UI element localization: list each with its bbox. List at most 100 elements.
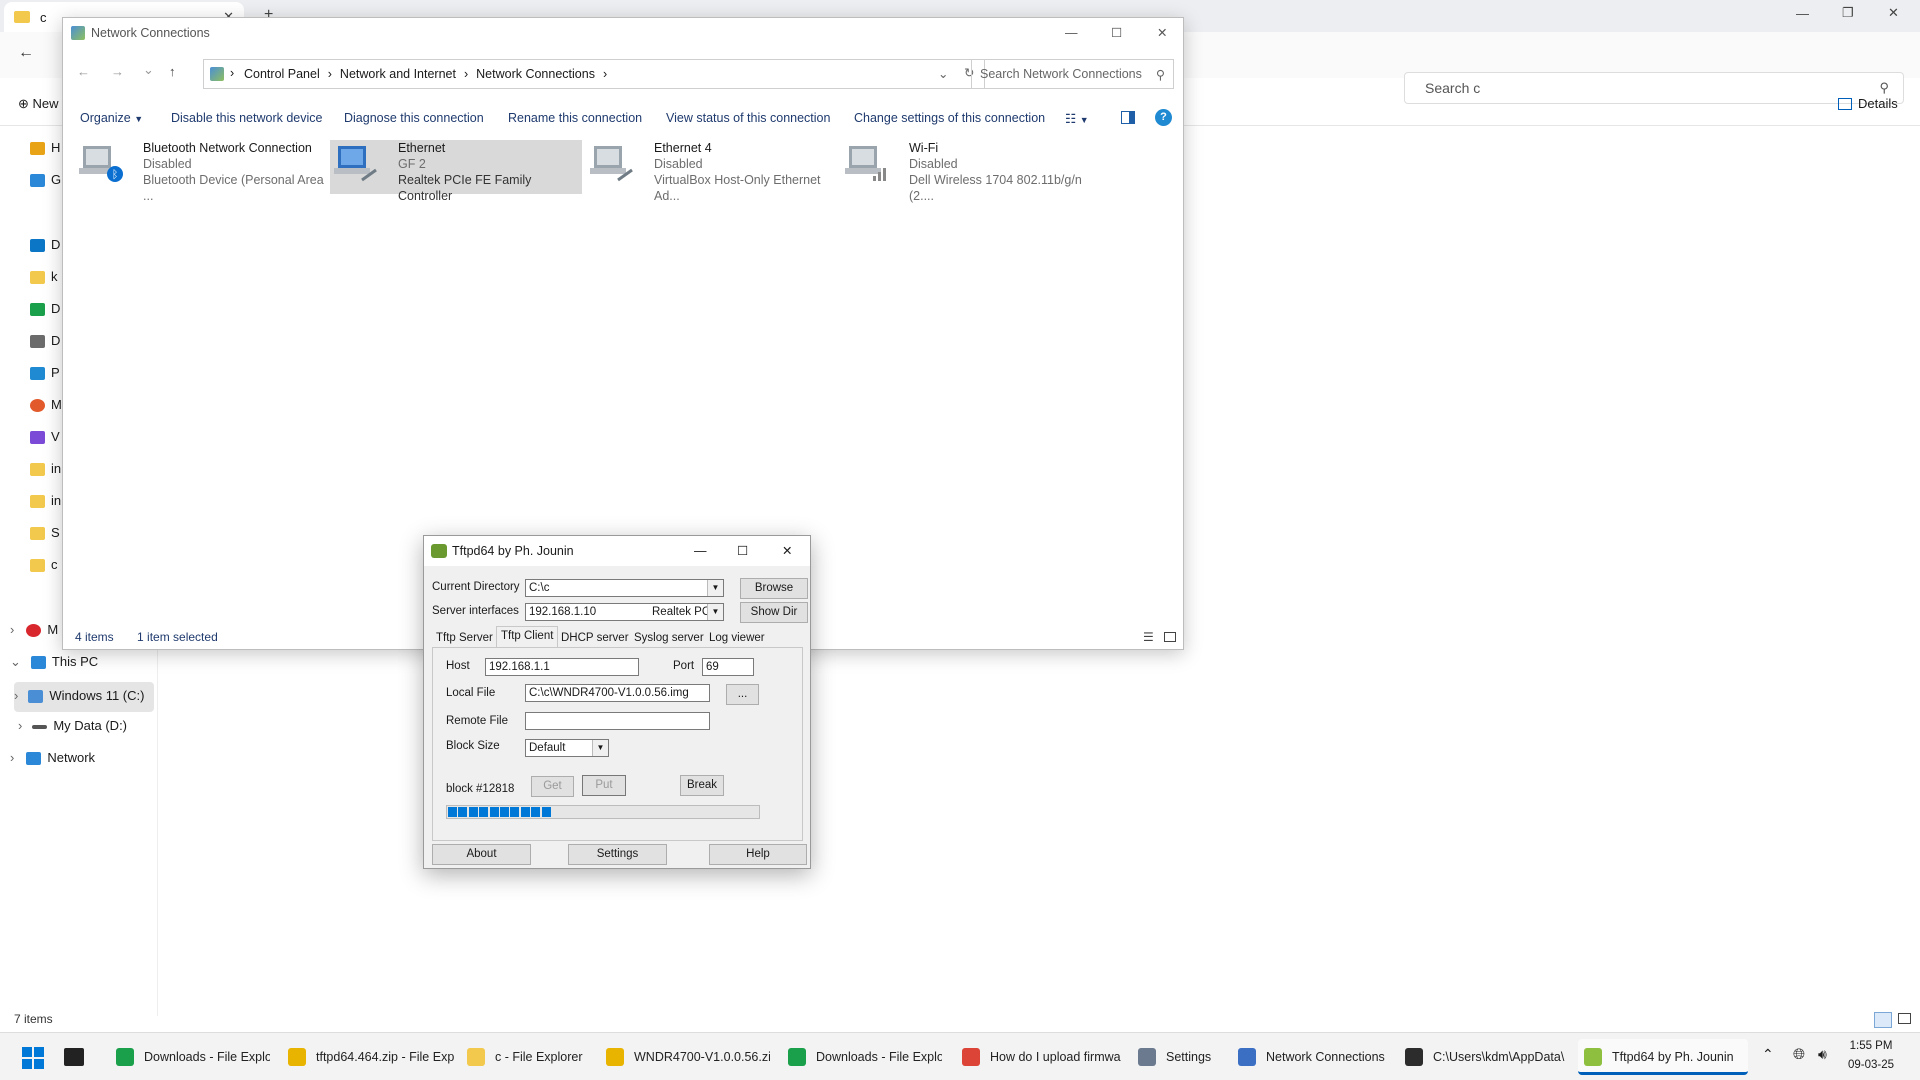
tab-tftp-server[interactable]: Tftp Server — [432, 629, 497, 647]
tab-tftp-client[interactable]: Tftp Client — [496, 626, 559, 648]
organize-button[interactable]: Organize ▼ — [80, 111, 143, 125]
taskbar-downloads-explorer-2[interactable]: Downloads - File Explor — [782, 1039, 942, 1075]
tiles-view-icon[interactable] — [1898, 1013, 1911, 1024]
tftpd64-window: Tftpd64 by Ph. Jounin — ☐ ✕ Current Dire… — [423, 535, 811, 869]
maximize-icon[interactable]: ☐ — [1111, 18, 1122, 48]
port-input[interactable]: 69 — [702, 658, 754, 676]
breadcrumb-network-internet[interactable]: Network and Internet — [340, 67, 456, 81]
sidebar-item[interactable]: in — [30, 493, 61, 515]
address-bar[interactable]: › Control Panel › Network and Internet ›… — [203, 59, 985, 89]
sidebar-item[interactable]: in — [30, 461, 61, 483]
sidebar-item[interactable]: D — [30, 333, 60, 355]
tree-item-windows-drive[interactable]: › Windows 11 (C:) — [14, 682, 154, 712]
change-view-icon[interactable]: ☷ ▼ — [1065, 111, 1089, 126]
close-icon[interactable]: ✕ — [782, 536, 792, 566]
browse-file-button[interactable]: ... — [726, 684, 759, 705]
maximize-icon[interactable]: ❐ — [1842, 5, 1854, 21]
folder-icon — [30, 463, 45, 477]
sidebar-item[interactable]: c — [30, 557, 58, 579]
remote-file-input[interactable] — [525, 712, 710, 730]
volume-icon[interactable]: 🔊︎ — [1818, 1046, 1827, 1063]
break-button[interactable]: Break — [680, 775, 724, 796]
sidebar-item[interactable]: P — [30, 365, 60, 387]
help-icon[interactable]: ? — [1155, 109, 1172, 126]
tree-item-this-pc[interactable]: ⌄ This PC — [10, 654, 98, 676]
show-dir-button[interactable]: Show Dir — [740, 602, 808, 623]
task-view-icon[interactable] — [64, 1048, 84, 1066]
settings-button[interactable]: Settings — [568, 844, 667, 865]
local-file-input[interactable]: C:\c\WNDR4700-V1.0.0.56.img — [525, 684, 710, 702]
taskbar-c-explorer[interactable]: c - File Explorer — [461, 1039, 591, 1075]
tree-item-my-data[interactable]: › My Data (D:) — [18, 718, 127, 740]
connection-bluetooth[interactable]: ᛒ Bluetooth Network Connection Disabled … — [75, 140, 325, 203]
view-status-button[interactable]: View status of this connection — [666, 111, 830, 125]
block-size-select[interactable]: Default ▼ — [525, 739, 609, 757]
help-button[interactable]: Help — [709, 844, 807, 865]
up-arrow-icon[interactable]: ↑ — [169, 64, 176, 79]
current-directory-select[interactable]: C:\c ▼ — [525, 579, 724, 597]
maximize-icon[interactable]: ☐ — [737, 536, 748, 566]
breadcrumb-control-panel[interactable]: Control Panel — [244, 67, 320, 81]
drive-icon — [32, 724, 48, 729]
sidebar-item[interactable]: M — [30, 397, 62, 419]
put-button[interactable]: Put — [582, 775, 626, 796]
app-icon — [288, 1048, 306, 1066]
tiles-view-icon[interactable] — [1164, 632, 1176, 642]
minimize-icon[interactable]: — — [1796, 6, 1809, 21]
details-button[interactable]: Details — [1838, 96, 1898, 111]
close-icon[interactable]: ✕ — [1157, 18, 1167, 48]
tree-item-network[interactable]: › Network — [10, 750, 95, 772]
taskbar-chrome[interactable]: How do I upload firmwa — [956, 1039, 1126, 1075]
diagnose-button[interactable]: Diagnose this connection — [344, 111, 484, 125]
server-interfaces-select[interactable]: 192.168.1.10 Realtek PC ▼ — [525, 603, 724, 621]
start-windows-icon[interactable] — [22, 1047, 44, 1069]
folder-icon — [30, 527, 45, 541]
preview-pane-icon[interactable] — [1121, 111, 1135, 124]
close-icon[interactable]: ✕ — [1888, 5, 1899, 21]
documents-icon — [30, 335, 45, 349]
connection-wifi[interactable]: Wi-Fi Disabled Dell Wireless 1704 802.11… — [841, 140, 1101, 203]
sidebar-item[interactable]: D — [30, 301, 60, 323]
globe-network-icon[interactable]: 🌐︎ — [1793, 1046, 1805, 1063]
rename-button[interactable]: Rename this connection — [508, 111, 642, 125]
forward-arrow-icon[interactable]: → — [111, 64, 124, 79]
host-input[interactable]: 192.168.1.1 — [485, 658, 639, 676]
show-hidden-icons-icon[interactable]: ⌃ — [1762, 1046, 1774, 1063]
breadcrumb-network-connections[interactable]: Network Connections — [476, 67, 595, 81]
taskbar-terminal[interactable]: C:\Users\kdm\AppData\ — [1399, 1039, 1569, 1075]
sidebar-item[interactable]: G — [30, 172, 61, 194]
taskbar-wndr-zip-explorer[interactable]: WNDR4700-V1.0.0.56.zi — [600, 1039, 770, 1075]
change-settings-button[interactable]: Change settings of this connection — [854, 111, 1045, 125]
new-button[interactable]: ⊕ New — [18, 96, 59, 112]
minimize-icon[interactable]: — — [694, 536, 707, 566]
get-button[interactable]: Get — [531, 776, 574, 797]
browse-button[interactable]: Browse — [740, 578, 808, 599]
disable-device-button[interactable]: Disable this network device — [171, 111, 322, 125]
back-arrow-icon[interactable]: ← — [77, 64, 90, 79]
details-view-icon[interactable]: ☰ — [1143, 630, 1154, 644]
taskbar-network-connections[interactable]: Network Connections — [1232, 1039, 1392, 1075]
taskbar-tftpd-zip-explorer[interactable]: tftpd64.464.zip - File Exp — [282, 1039, 454, 1075]
sidebar-item[interactable]: S — [30, 525, 60, 547]
taskbar-tftpd64[interactable]: Tftpd64 by Ph. Jounin — [1578, 1039, 1748, 1075]
sidebar-item[interactable]: V — [30, 429, 60, 451]
taskbar-downloads-explorer[interactable]: Downloads - File Explor — [110, 1039, 270, 1075]
connection-ethernet[interactable]: Ethernet GF 2 Realtek PCIe FE Family Con… — [330, 140, 582, 203]
about-button[interactable]: About — [432, 844, 531, 865]
recent-dropdown-icon[interactable]: ⌄ — [143, 62, 154, 78]
tab-syslog-server[interactable]: Syslog server — [630, 629, 708, 647]
taskbar-settings[interactable]: Settings — [1132, 1039, 1222, 1075]
tab-log-viewer[interactable]: Log viewer — [705, 629, 769, 647]
sidebar-item[interactable]: H — [30, 140, 60, 162]
system-clock[interactable]: 1:55 PM 09-03-25 — [1848, 1037, 1894, 1075]
connection-ethernet-4[interactable]: Ethernet 4 Disabled VirtualBox Host-Only… — [586, 140, 841, 203]
tree-item-m[interactable]: › M — [10, 622, 58, 644]
search-input[interactable]: Search Network Connections ⚲ — [971, 59, 1174, 89]
back-arrow-icon[interactable]: ← — [18, 44, 34, 62]
list-view-icon[interactable] — [1874, 1012, 1892, 1028]
address-dropdown-icon[interactable]: ⌄ — [938, 66, 948, 81]
sidebar-item[interactable]: D — [30, 237, 60, 259]
sidebar-item[interactable]: k — [30, 269, 58, 291]
minimize-icon[interactable]: — — [1065, 18, 1078, 48]
tab-dhcp-server[interactable]: DHCP server — [557, 629, 633, 647]
